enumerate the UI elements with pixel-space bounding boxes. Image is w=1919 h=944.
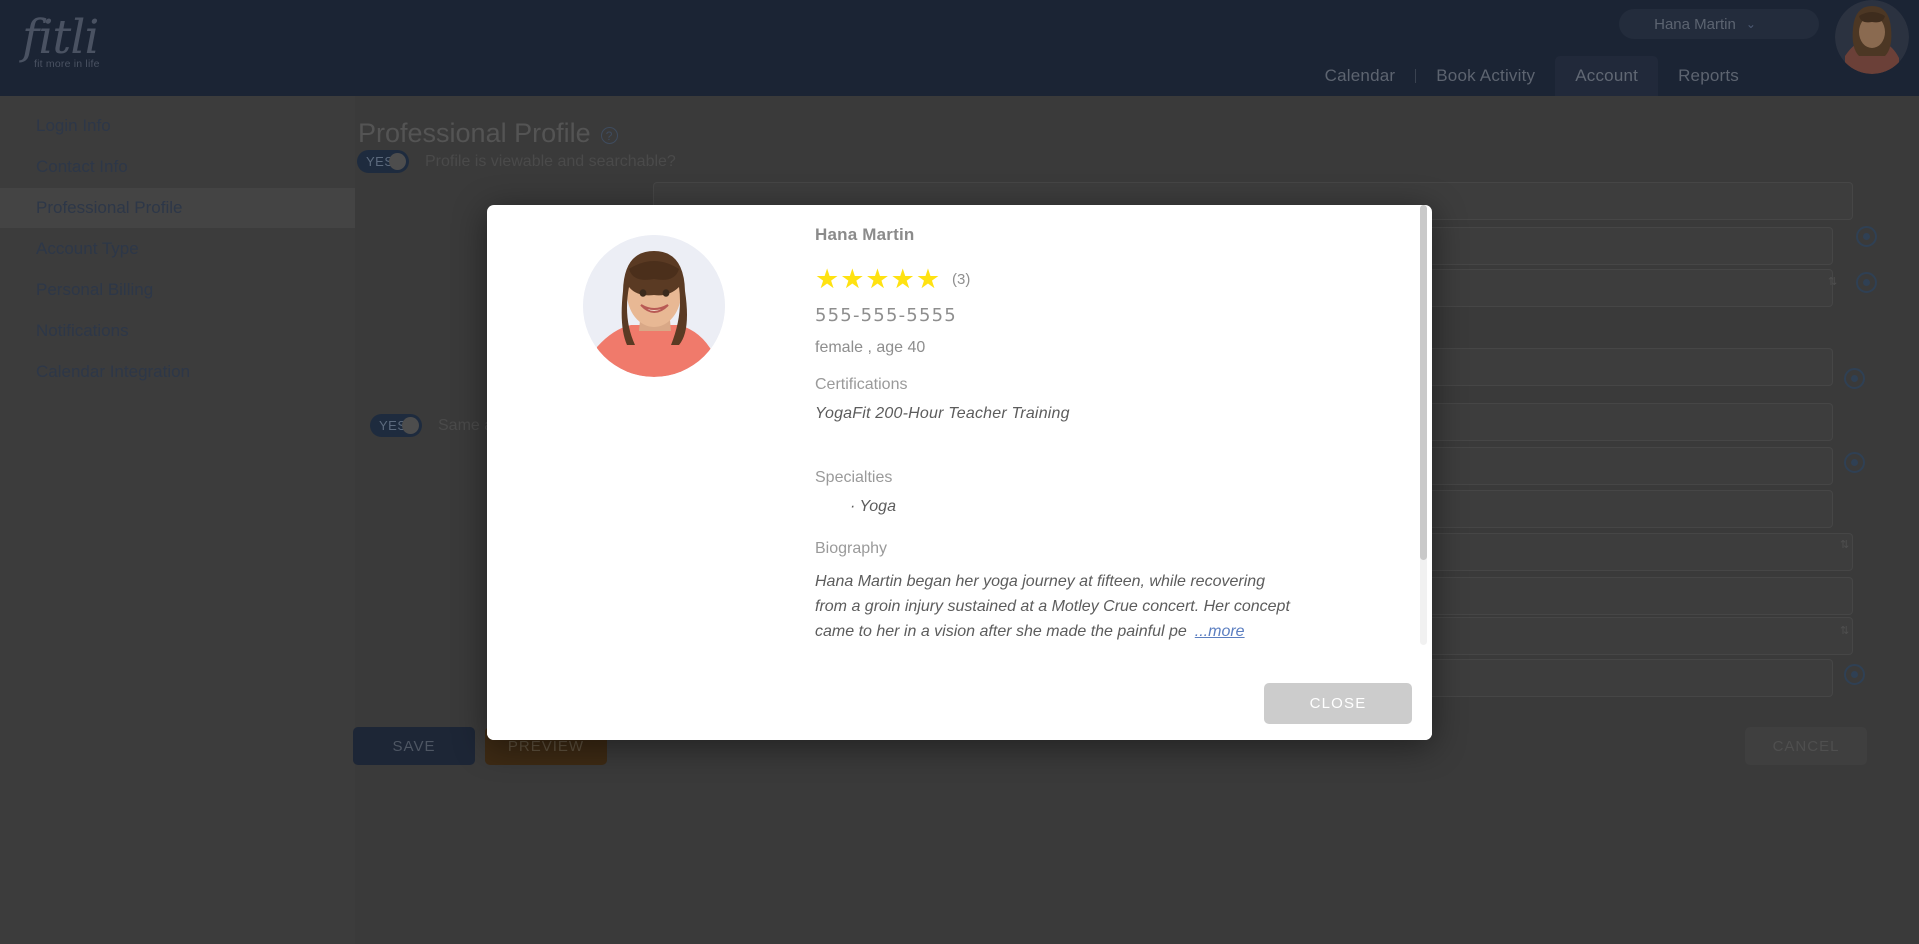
rating-count: (3) <box>952 271 971 288</box>
certifications-value: YogaFit 200-Hour Teacher Training <box>815 405 1070 422</box>
profile-photo <box>583 235 725 377</box>
profile-details: Hana Martin ★★★★★ (3) 555-555-5555 femal… <box>815 225 1415 644</box>
biography-label: Biography <box>815 540 888 557</box>
profile-preview-modal: Hana Martin ★★★★★ (3) 555-555-5555 femal… <box>487 205 1432 740</box>
profile-name: Hana Martin <box>815 225 915 244</box>
close-button[interactable]: CLOSE <box>1264 682 1412 724</box>
modal-scroll-area[interactable]: Hana Martin ★★★★★ (3) 555-555-5555 femal… <box>495 225 1424 665</box>
biography-text: Hana Martin began her yoga journey at fi… <box>815 569 1300 644</box>
modal-scrollbar[interactable] <box>1420 205 1427 645</box>
specialties-label: Specialties <box>815 469 893 486</box>
modal-scrollbar-thumb[interactable] <box>1420 205 1427 560</box>
biography-more-link[interactable]: ...more <box>1187 623 1245 640</box>
specialty-item: · Yoga <box>850 498 896 515</box>
modal-footer: CLOSE <box>487 666 1432 740</box>
profile-demographics: female , age 40 <box>815 339 926 356</box>
biography-block: Biography Hana Martin began her yoga jou… <box>815 540 1415 644</box>
rating-row: ★★★★★ (3) <box>815 266 1415 293</box>
star-rating-icon: ★★★★★ <box>815 264 942 294</box>
profile-phone: 555-555-5555 <box>815 305 957 326</box>
certifications-label: Certifications <box>815 376 908 393</box>
modal-overlay[interactable]: Hana Martin ★★★★★ (3) 555-555-5555 femal… <box>0 0 1919 944</box>
